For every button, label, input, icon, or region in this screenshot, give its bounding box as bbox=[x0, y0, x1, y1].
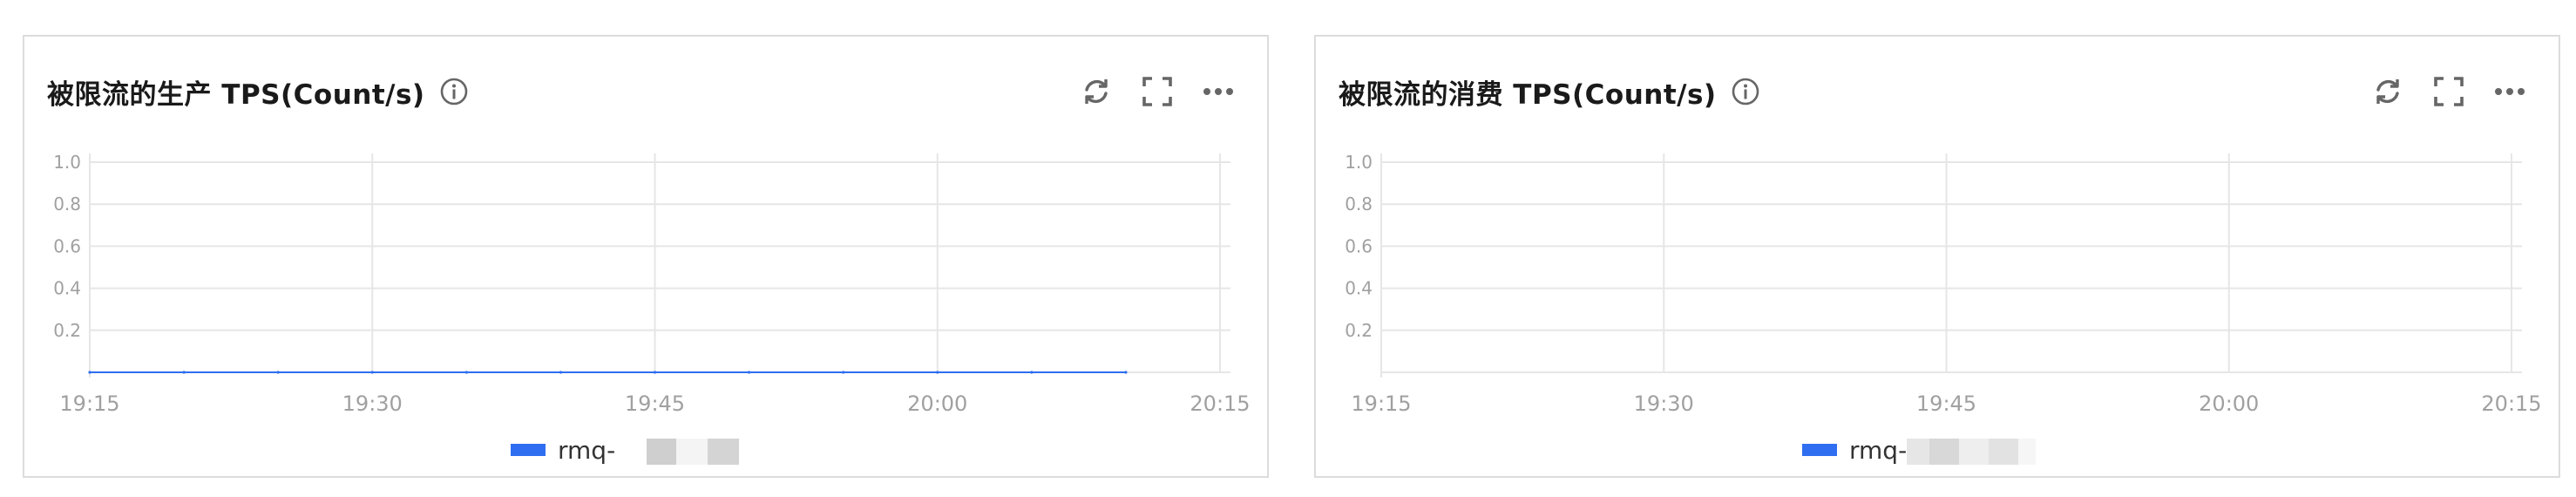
data-point bbox=[842, 371, 845, 374]
x-tick-label: 19:30 bbox=[1634, 391, 1694, 416]
more-icon[interactable] bbox=[2492, 74, 2527, 109]
y-tick-label: 0.4 bbox=[53, 278, 81, 299]
x-tick-label: 19:30 bbox=[342, 391, 403, 416]
y-tick-label: 1.0 bbox=[1345, 152, 1373, 173]
more-icon[interactable] bbox=[1201, 74, 1236, 109]
data-point bbox=[747, 371, 751, 374]
legend-label[interactable]: rmq- bbox=[1849, 436, 2037, 465]
data-point bbox=[1030, 371, 1034, 374]
refresh-icon[interactable] bbox=[1079, 74, 1114, 109]
legend-swatch[interactable] bbox=[1802, 444, 1837, 456]
panel-header: 被限流的生产 TPS(Count/s) bbox=[47, 68, 469, 115]
x-tick-label: 19:15 bbox=[59, 391, 119, 416]
y-tick-label: 0.2 bbox=[1345, 320, 1373, 341]
x-tick-label: 20:15 bbox=[1190, 391, 1250, 416]
x-tick-label: 19:15 bbox=[1351, 391, 1411, 416]
x-tick-label: 19:45 bbox=[625, 391, 685, 416]
redacted-block bbox=[1989, 438, 2019, 465]
panel-title: 被限流的消费 TPS(Count/s) bbox=[1339, 78, 1717, 111]
redacted-block bbox=[615, 438, 647, 465]
panel-toolbar bbox=[2370, 71, 2527, 112]
redacted-block bbox=[708, 438, 740, 465]
data-point bbox=[653, 371, 657, 374]
data-point bbox=[559, 371, 563, 374]
data-point bbox=[88, 371, 92, 374]
redacted-block bbox=[1929, 438, 1960, 465]
redacted-block bbox=[1959, 438, 1990, 465]
x-tick-label: 20:00 bbox=[907, 391, 967, 416]
fullscreen-icon[interactable] bbox=[2431, 74, 2466, 109]
y-tick-label: 0.8 bbox=[1345, 194, 1373, 214]
y-tick-label: 0.4 bbox=[1345, 278, 1373, 299]
x-tick-label: 20:00 bbox=[2199, 391, 2259, 416]
info-icon[interactable] bbox=[1731, 77, 1760, 106]
fullscreen-icon[interactable] bbox=[1140, 74, 1175, 109]
x-tick-label: 20:15 bbox=[2481, 391, 2541, 416]
data-point bbox=[276, 371, 280, 374]
data-point bbox=[370, 371, 374, 374]
y-tick-label: 0.6 bbox=[1345, 235, 1373, 256]
y-tick-label: 0.8 bbox=[53, 194, 81, 214]
chart-legend: rmq- bbox=[1802, 432, 2037, 467]
redacted-block bbox=[2018, 438, 2037, 465]
legend-label[interactable]: rmq- bbox=[558, 436, 740, 465]
redacted-block bbox=[1907, 438, 1930, 465]
panel-title: 被限流的生产 TPS(Count/s) bbox=[47, 78, 425, 111]
legend-swatch[interactable] bbox=[511, 444, 546, 456]
y-tick-label: 1.0 bbox=[53, 152, 81, 173]
refresh-icon[interactable] bbox=[2370, 74, 2405, 109]
data-point bbox=[936, 371, 939, 374]
chart-panel-consume-throttled: 1.0 0.8 0.6 0.4 0.2 19:15 19:30 19:45 20:00 20:15… bbox=[1314, 35, 2560, 478]
data-point bbox=[464, 371, 468, 374]
y-tick-label: 0.2 bbox=[53, 320, 81, 341]
chart-legend: rmq- bbox=[511, 432, 740, 467]
data-point bbox=[1124, 371, 1128, 374]
panel-toolbar bbox=[1079, 71, 1236, 112]
redacted-block bbox=[676, 438, 708, 465]
chart-panel-produce-throttled: 1.0 0.8 0.6 0.4 0.2 19:15 19:30 19:45 20:00 20:15… bbox=[23, 35, 1269, 478]
x-tick-label: 19:45 bbox=[1916, 391, 1976, 416]
panel-header: 被限流的消费 TPS(Count/s) bbox=[1339, 68, 1760, 115]
y-tick-label: 0.6 bbox=[53, 235, 81, 256]
info-icon[interactable] bbox=[439, 77, 469, 106]
redacted-block bbox=[647, 438, 677, 465]
data-point bbox=[182, 371, 186, 374]
